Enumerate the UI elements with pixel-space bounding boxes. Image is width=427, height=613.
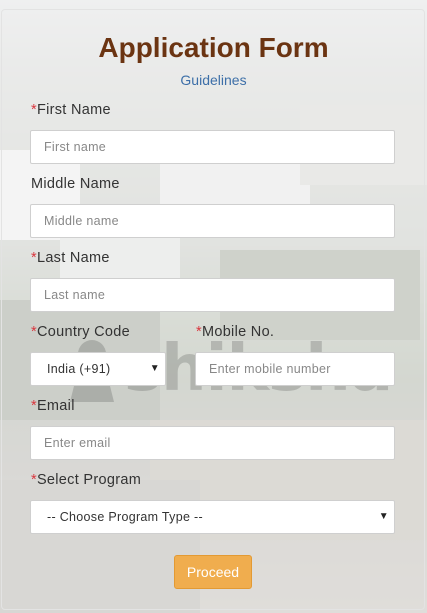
last-name-label: *Last Name — [31, 250, 110, 266]
mobile-label: *Mobile No. — [196, 324, 274, 340]
email-label: *Email — [31, 398, 75, 414]
program-select[interactable]: -- Choose Program Type -- ▼ — [30, 500, 395, 534]
country-code-label-text: Country Code — [36, 324, 131, 340]
middle-name-label-text: Middle Name — [31, 176, 120, 192]
caret-down-icon: ▼ — [149, 363, 160, 374]
email-input[interactable]: Enter email — [30, 426, 395, 460]
country-code-label: *Country Code — [31, 324, 130, 340]
caret-down-icon: ▼ — [378, 511, 389, 522]
proceed-button[interactable]: Proceed — [174, 555, 252, 589]
mobile-label-text: Mobile No. — [201, 324, 275, 340]
page-title: Application Form — [98, 32, 329, 63]
mobile-input[interactable]: Enter mobile number — [195, 352, 395, 386]
country-code-select[interactable]: India (+91) ▼ — [30, 352, 166, 386]
last-name-label-text: Last Name — [36, 250, 110, 266]
country-code-value: India (+91) — [47, 362, 111, 376]
first-name-label: *First Name — [31, 102, 111, 118]
program-label: *Select Program — [31, 472, 141, 488]
program-label-text: Select Program — [36, 472, 142, 488]
program-value: -- Choose Program Type -- — [47, 510, 203, 524]
first-name-input[interactable]: First name — [30, 130, 395, 164]
guidelines-link[interactable]: Guidelines — [0, 72, 427, 88]
email-label-text: Email — [36, 398, 75, 414]
middle-name-input[interactable]: Middle name — [30, 204, 395, 238]
first-name-label-text: First Name — [36, 102, 111, 118]
middle-name-label: Middle Name — [31, 176, 120, 192]
last-name-input[interactable]: Last name — [30, 278, 395, 312]
